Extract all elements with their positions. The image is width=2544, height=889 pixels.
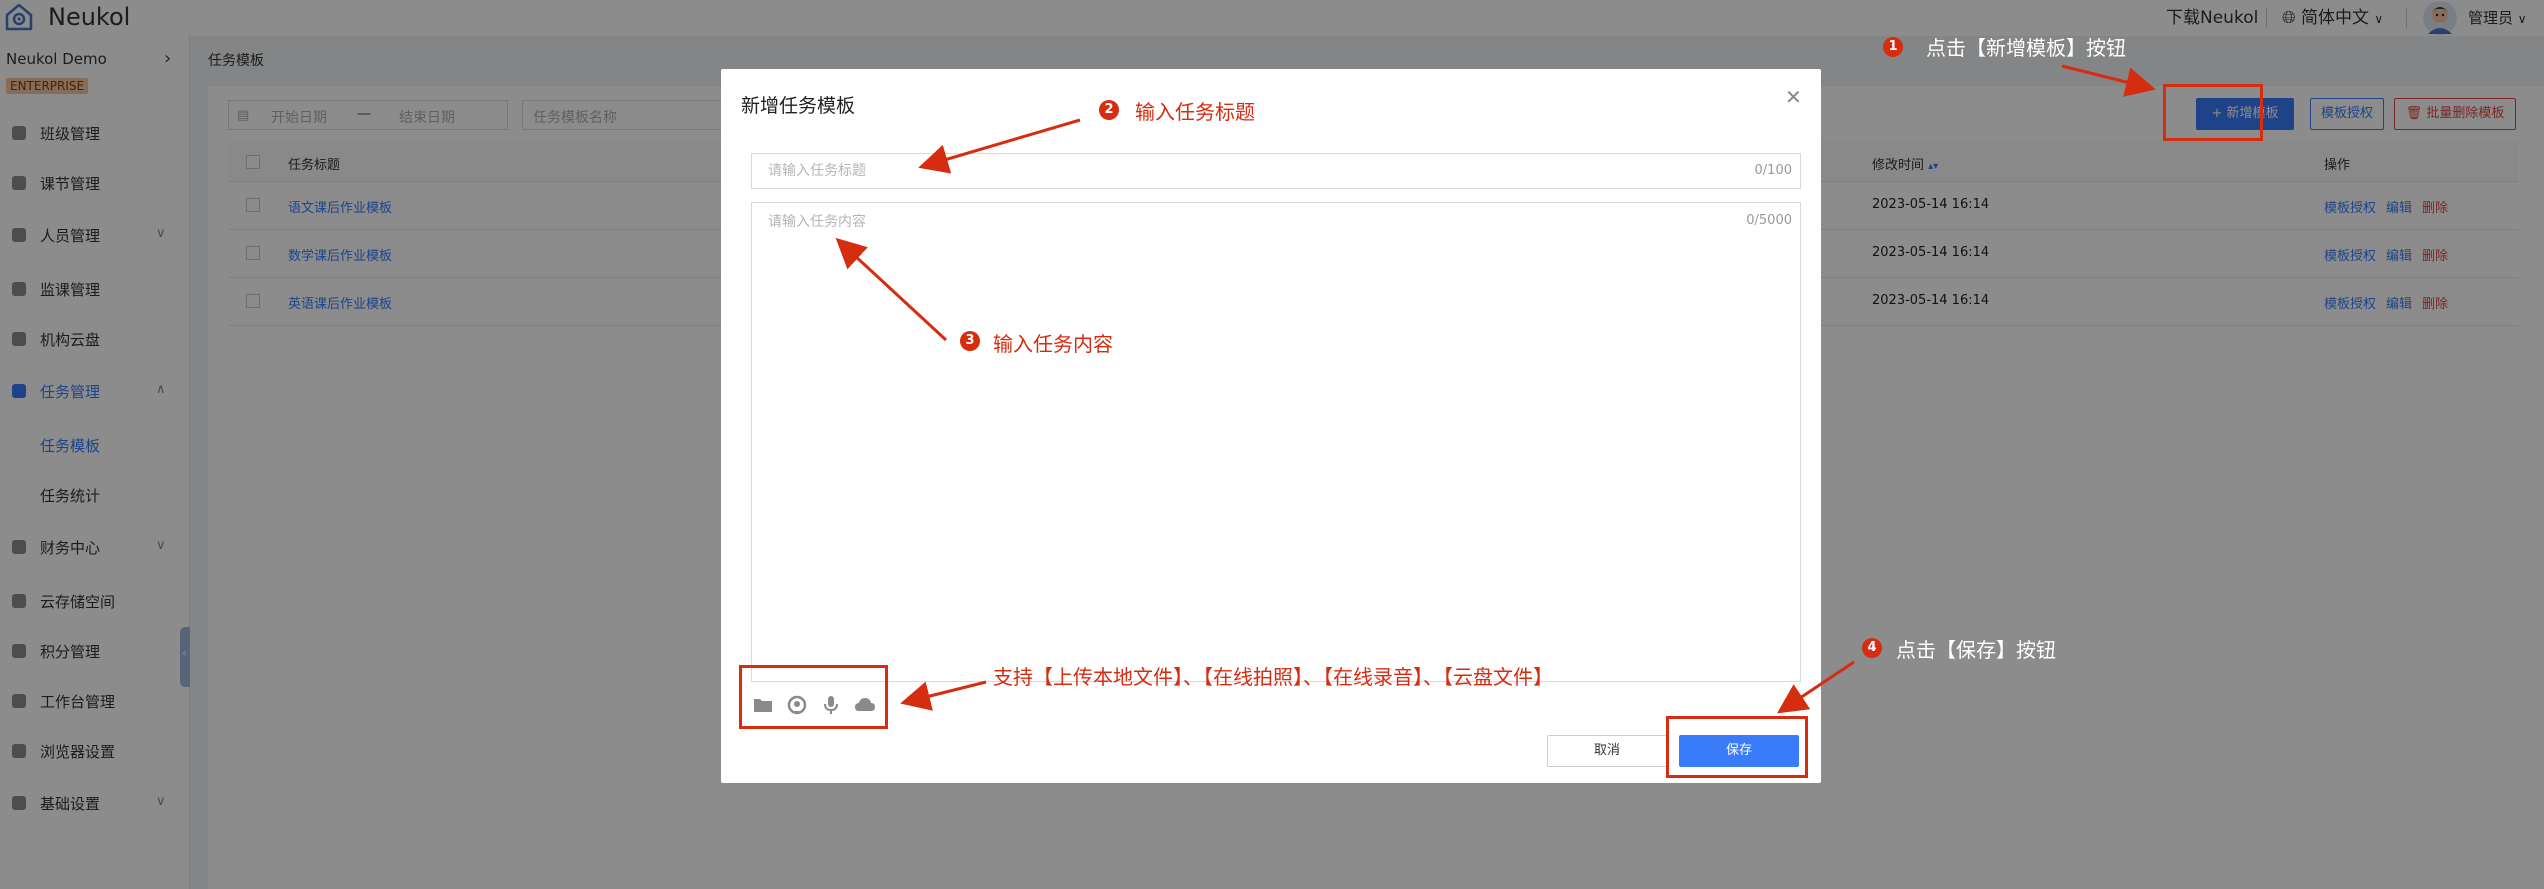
step4-instruction: 点击【保存】按钮 (1896, 638, 2056, 662)
task-title-input[interactable] (752, 154, 1712, 188)
step1-instruction: 点击【新增模板】按钮 (1926, 36, 2126, 60)
title-char-counter: 0/100 (1754, 163, 1792, 178)
task-content-field[interactable]: 0/5000 (751, 202, 1801, 682)
task-title-field[interactable]: 0/100 (751, 153, 1801, 189)
cancel-button[interactable]: 取消 (1547, 735, 1667, 767)
step-number: 1 (1883, 37, 1903, 57)
content-char-counter: 0/5000 (1746, 213, 1792, 228)
step2-instruction: 输入任务标题 (1135, 100, 1255, 124)
app-window: Neukol 下载Neukol 🌐︎ 简体中文 ∨ 管理员 ∨ Neukol D… (0, 0, 2544, 889)
task-content-textarea[interactable] (752, 203, 1712, 673)
tools-note: 支持【上传本地文件】、【在线拍照】、【在线录音】、【云盘文件】 (993, 665, 1553, 689)
step-number: 4 (1862, 638, 1882, 658)
step3-instruction: 输入任务内容 (993, 332, 1113, 356)
highlight-add-template (2163, 84, 2263, 141)
highlight-tools (739, 665, 888, 729)
step-number: 3 (960, 331, 980, 351)
step-number: 2 (1099, 100, 1119, 120)
highlight-save (1666, 716, 1808, 778)
dialog-title: 新增任务模板 (741, 95, 856, 117)
close-icon[interactable]: ✕ (1785, 85, 1802, 109)
